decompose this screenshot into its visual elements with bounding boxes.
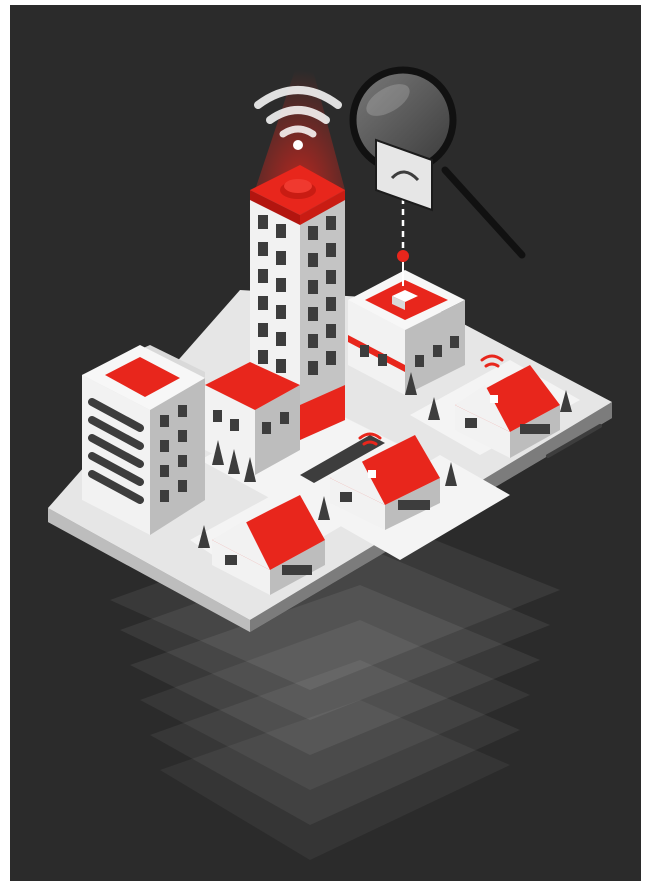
illustration-canvas <box>0 0 651 886</box>
left-office-building <box>82 345 205 535</box>
smart-city-illustration <box>10 5 641 881</box>
